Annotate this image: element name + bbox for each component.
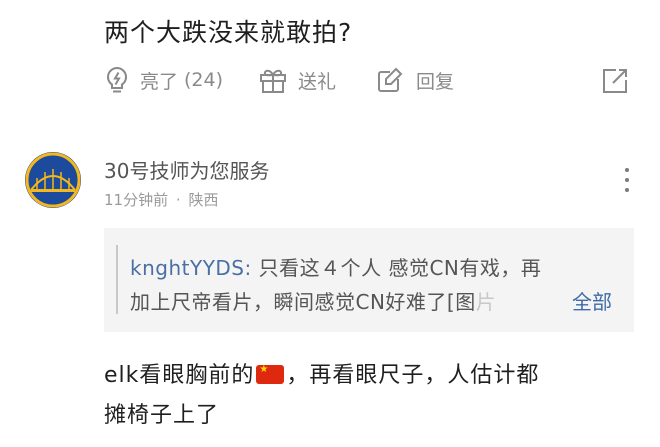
comment-location: 陕西 [188,191,219,209]
reply-button[interactable]: 回复 [376,66,454,94]
reply-edit-icon [376,66,406,94]
comment-text-a: elk看眼胸前的 [104,363,255,388]
gift-icon [258,66,288,94]
comment-meta: 11分钟前 · 陕西 [104,189,218,210]
quote-text-1: 只看这４个人 感觉CN有戏，再 [258,256,542,280]
comment-username[interactable]: 30号技师为您服务 [104,155,269,184]
gift-label: 送礼 [298,70,337,93]
like-label: 亮了 [140,70,179,93]
meta-separator: · [175,191,181,209]
quote-line-1: knghtYYDS: 只看这４个人 感觉CN有戏，再 [130,252,541,281]
comment-body-line-2: 摊椅子上了 [104,403,220,428]
gift-button[interactable]: 送礼 [258,66,336,94]
comment-text-b: ，再看眼尺子，人估计都 [286,363,540,388]
quote-line-2: 加上尺帝看片，瞬间感觉CN好难了[图片 [130,286,496,315]
comment-body-line-1: elk看眼胸前的 ，再看眼尺子，人估计都 [104,357,539,389]
quote-text-2: 加上尺帝看片，瞬间感觉CN好难了[图 [130,290,476,314]
reply-label: 回复 [416,70,455,93]
expand-button[interactable]: 全部 [572,286,612,315]
avatar[interactable] [25,152,81,208]
comment-time: 11分钟前 [104,191,169,209]
share-icon [600,66,630,96]
quote-author[interactable]: knghtYYDS: [130,256,252,280]
quote-bar [116,245,118,314]
share-button[interactable] [600,66,630,96]
post-question: 两个大跌没来就敢拍? [104,18,353,47]
like-count: (24) [184,69,224,91]
like-button[interactable]: 亮了 (24) [104,66,223,94]
more-icon[interactable] [621,168,633,198]
lightbulb-icon [104,66,130,94]
quote-text-cut: 片 [475,290,497,314]
flag-icon [256,364,285,384]
